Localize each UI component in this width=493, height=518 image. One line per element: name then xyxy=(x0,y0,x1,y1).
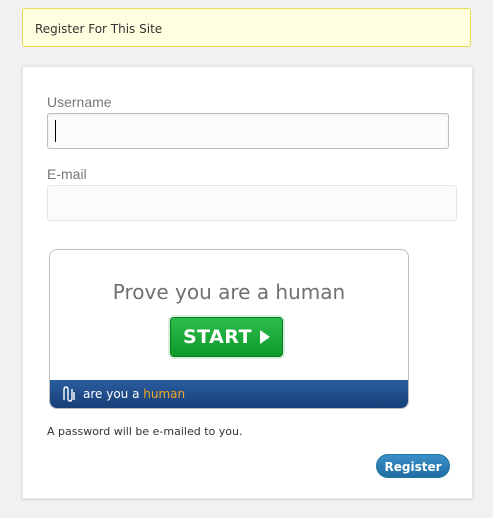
captcha-brand-accent: human xyxy=(143,387,186,401)
captcha-start-button[interactable]: START xyxy=(170,317,283,357)
ayah-logo-icon xyxy=(63,386,75,402)
captcha-brand: are you a human xyxy=(83,380,185,408)
email-label: E-mail xyxy=(47,166,87,182)
text-caret xyxy=(55,120,56,142)
captcha-start-label: START xyxy=(182,326,253,348)
captcha-footer: are you a human xyxy=(50,380,408,408)
username-input[interactable] xyxy=(47,113,449,149)
human-verification-widget: Prove you are a human START are you a hu… xyxy=(49,249,409,409)
register-notice-text: Register For This Site xyxy=(35,22,163,36)
captcha-brand-prefix: are you a xyxy=(83,387,144,401)
play-arrow-icon xyxy=(260,330,271,344)
email-input[interactable] xyxy=(47,185,457,221)
username-label: Username xyxy=(47,94,112,110)
password-note: A password will be e-mailed to you. xyxy=(47,425,243,438)
registration-page: Register For This Site Username E-mail P… xyxy=(0,0,493,518)
register-notice: Register For This Site xyxy=(22,8,471,47)
captcha-title: Prove you are a human xyxy=(112,280,346,304)
register-form: Username E-mail Prove you are a human ST… xyxy=(22,66,473,499)
register-button[interactable]: Register xyxy=(376,454,450,478)
